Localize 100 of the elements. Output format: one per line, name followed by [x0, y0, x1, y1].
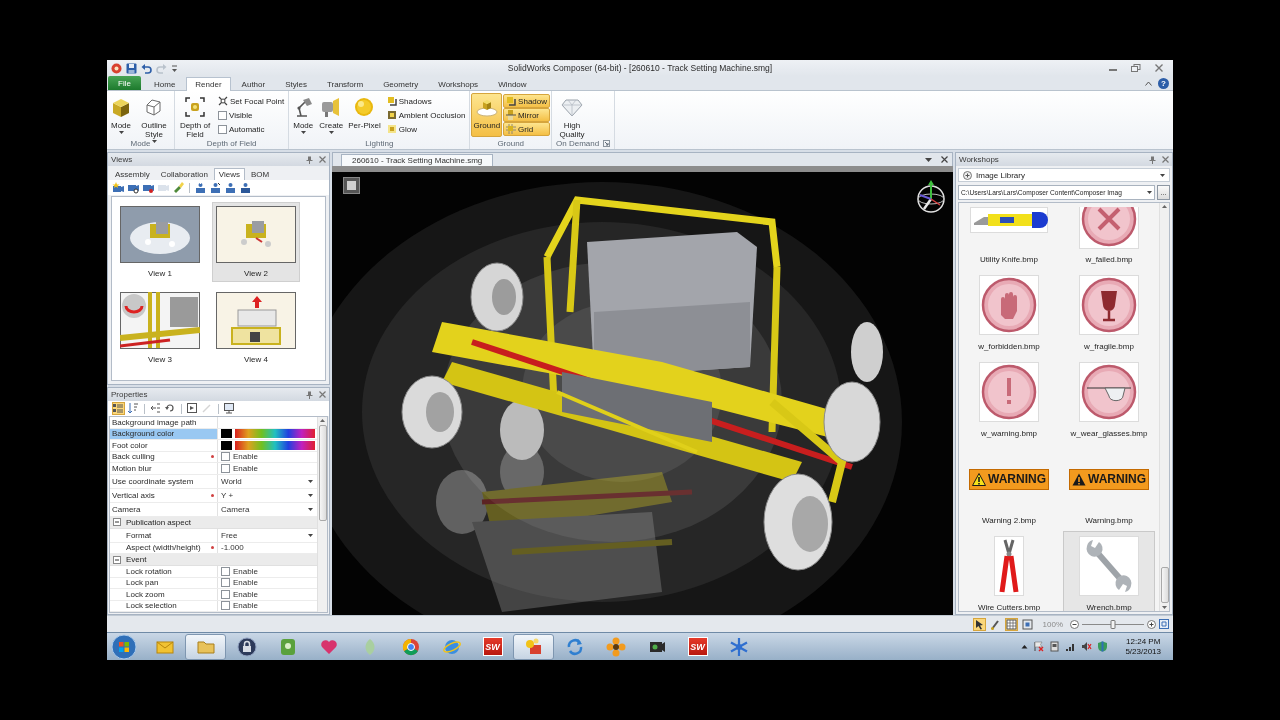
- checkbox-icon[interactable]: [221, 566, 230, 576]
- image-item[interactable]: Wrench.bmp: [1063, 531, 1155, 611]
- zoom-in-icon[interactable]: [1147, 619, 1156, 629]
- dropdown[interactable]: Y +: [221, 488, 317, 502]
- panel-tab[interactable]: Collaboration: [155, 168, 213, 180]
- panel-tab[interactable]: BOM: [246, 168, 275, 180]
- customize-caret-icon[interactable]: [171, 62, 178, 74]
- grid-view-icon[interactable]: [1004, 617, 1018, 631]
- monitor-icon[interactable]: [223, 402, 236, 415]
- zoom-slider[interactable]: [1082, 619, 1144, 629]
- scroll-up-icon[interactable]: [1162, 205, 1167, 208]
- pin-icon[interactable]: [1149, 155, 1156, 164]
- scrollbar[interactable]: [1159, 203, 1169, 611]
- person-icon[interactable]: [194, 181, 207, 194]
- taskbar-button[interactable]: SW: [677, 633, 718, 660]
- dropdown[interactable]: Camera: [221, 502, 317, 516]
- property-name[interactable]: Lock zoom: [124, 589, 217, 600]
- property-name[interactable]: Aspect (width/height): [124, 542, 208, 553]
- close-icon[interactable]: [319, 156, 326, 163]
- scroll-up-icon[interactable]: [320, 419, 325, 422]
- ribbon-small-button[interactable]: Ambient Occlusion: [383, 108, 469, 122]
- category-row[interactable]: Event: [110, 554, 317, 566]
- person-icon[interactable]: [224, 181, 237, 194]
- property-name[interactable]: Lock selection: [124, 600, 217, 611]
- taskbar-button[interactable]: SW: [472, 633, 513, 660]
- close-icon[interactable]: [1154, 64, 1164, 72]
- speaker-icon[interactable]: [1081, 641, 1093, 652]
- checkbox-icon[interactable]: [221, 578, 230, 588]
- ribbon-tab[interactable]: Render: [186, 77, 231, 91]
- close-icon[interactable]: [941, 156, 948, 163]
- property-name[interactable]: Foot color: [110, 440, 217, 451]
- property-name[interactable]: Background color: [110, 428, 217, 439]
- scrollbar[interactable]: [317, 417, 327, 612]
- checkbox-icon[interactable]: [221, 463, 230, 473]
- square-frame-icon[interactable]: [343, 177, 360, 194]
- flashlight-icon[interactable]: [172, 181, 185, 194]
- dropdown[interactable]: World: [221, 474, 317, 488]
- view-item[interactable]: View 1: [116, 202, 204, 282]
- ribbon-tab[interactable]: Styles: [276, 77, 316, 90]
- ribbon-small-button[interactable]: Shadows: [383, 94, 469, 108]
- property-value[interactable]: -1.000: [221, 543, 244, 553]
- scrollbar-thumb[interactable]: [318, 425, 327, 521]
- person-icon[interactable]: [239, 181, 252, 194]
- tab-list-caret-icon[interactable]: [925, 157, 932, 162]
- image-item[interactable]: Utility Knife.bmp: [963, 203, 1055, 270]
- lighting-mode-button[interactable]: Mode: [290, 93, 317, 137]
- property-name[interactable]: Motion blur: [110, 463, 217, 474]
- pin-icon[interactable]: [306, 155, 313, 164]
- view-item[interactable]: View 2: [212, 202, 300, 282]
- start-orb-icon[interactable]: [110, 633, 138, 660]
- color-spectrum-bar[interactable]: [235, 440, 315, 450]
- slider-thumb[interactable]: [1110, 619, 1116, 629]
- ribbon-tab[interactable]: Geometry: [374, 77, 428, 90]
- dropdown[interactable]: Free: [221, 528, 317, 542]
- zoom-out-icon[interactable]: [1070, 619, 1079, 629]
- panel-tab[interactable]: Views: [213, 168, 246, 180]
- ribbon-tab[interactable]: Workshops: [429, 77, 488, 90]
- property-name[interactable]: Vertical axis: [110, 488, 208, 502]
- device-icon[interactable]: [1049, 641, 1061, 652]
- flag-icon[interactable]: [1033, 641, 1045, 652]
- ribbon-small-button[interactable]: Mirror: [503, 108, 551, 122]
- ground-button[interactable]: Ground: [471, 93, 503, 137]
- ribbon-small-button[interactable]: Set Focal Point: [215, 94, 288, 108]
- undo-icon[interactable]: [141, 62, 152, 74]
- image-item[interactable]: WARNING Warning.bmp: [1063, 444, 1155, 531]
- property-name[interactable]: Lock pan: [124, 577, 217, 588]
- property-name[interactable]: Back culling: [110, 451, 208, 462]
- close-icon[interactable]: [319, 391, 326, 398]
- expander-box-icon[interactable]: [113, 518, 121, 526]
- property-name[interactable]: Use coordinate system: [110, 474, 217, 488]
- ribbon-small-button[interactable]: Grid: [503, 122, 551, 136]
- expander-box-icon[interactable]: [113, 555, 121, 564]
- checkbox-icon[interactable]: [218, 124, 227, 134]
- select-arrow-icon[interactable]: [972, 617, 986, 631]
- color-swatch[interactable]: [221, 429, 232, 439]
- nested-square-icon[interactable]: [1159, 619, 1169, 629]
- panel-tab[interactable]: Assembly: [110, 168, 155, 180]
- color-swatch[interactable]: [221, 440, 232, 450]
- create-light-button[interactable]: Create: [317, 93, 346, 137]
- ribbon-tab[interactable]: Home: [145, 77, 185, 90]
- scroll-down-icon[interactable]: [1162, 606, 1167, 609]
- signal-bars-icon[interactable]: [1065, 641, 1077, 652]
- property-name[interactable]: Background image path: [110, 417, 217, 428]
- collapse-icon[interactable]: [149, 402, 162, 415]
- color-spectrum-bar[interactable]: [235, 429, 315, 439]
- categorized-list-icon[interactable]: [112, 402, 125, 415]
- document-tab[interactable]: 260610 - Track Setting Machine.smg: [341, 154, 494, 166]
- view-item[interactable]: View 3: [116, 288, 204, 368]
- property-name[interactable]: Format: [124, 528, 217, 542]
- scrollbar-thumb[interactable]: [1160, 567, 1169, 603]
- property-name[interactable]: Camera: [110, 502, 217, 516]
- high-quality-button[interactable]: High Quality: [553, 93, 592, 137]
- property-name[interactable]: Lock rotation: [124, 566, 217, 577]
- image-item[interactable]: WARNING Warning 2.bmp: [963, 444, 1055, 531]
- view-item[interactable]: View 4: [212, 288, 300, 368]
- image-item[interactable]: w_fragile.bmp: [1063, 270, 1155, 357]
- sort-icon[interactable]: [127, 402, 140, 415]
- image-item[interactable]: w_forbidden.bmp: [963, 270, 1055, 357]
- help-button[interactable]: ?: [1158, 77, 1169, 89]
- camera-star-icon[interactable]: [112, 181, 125, 194]
